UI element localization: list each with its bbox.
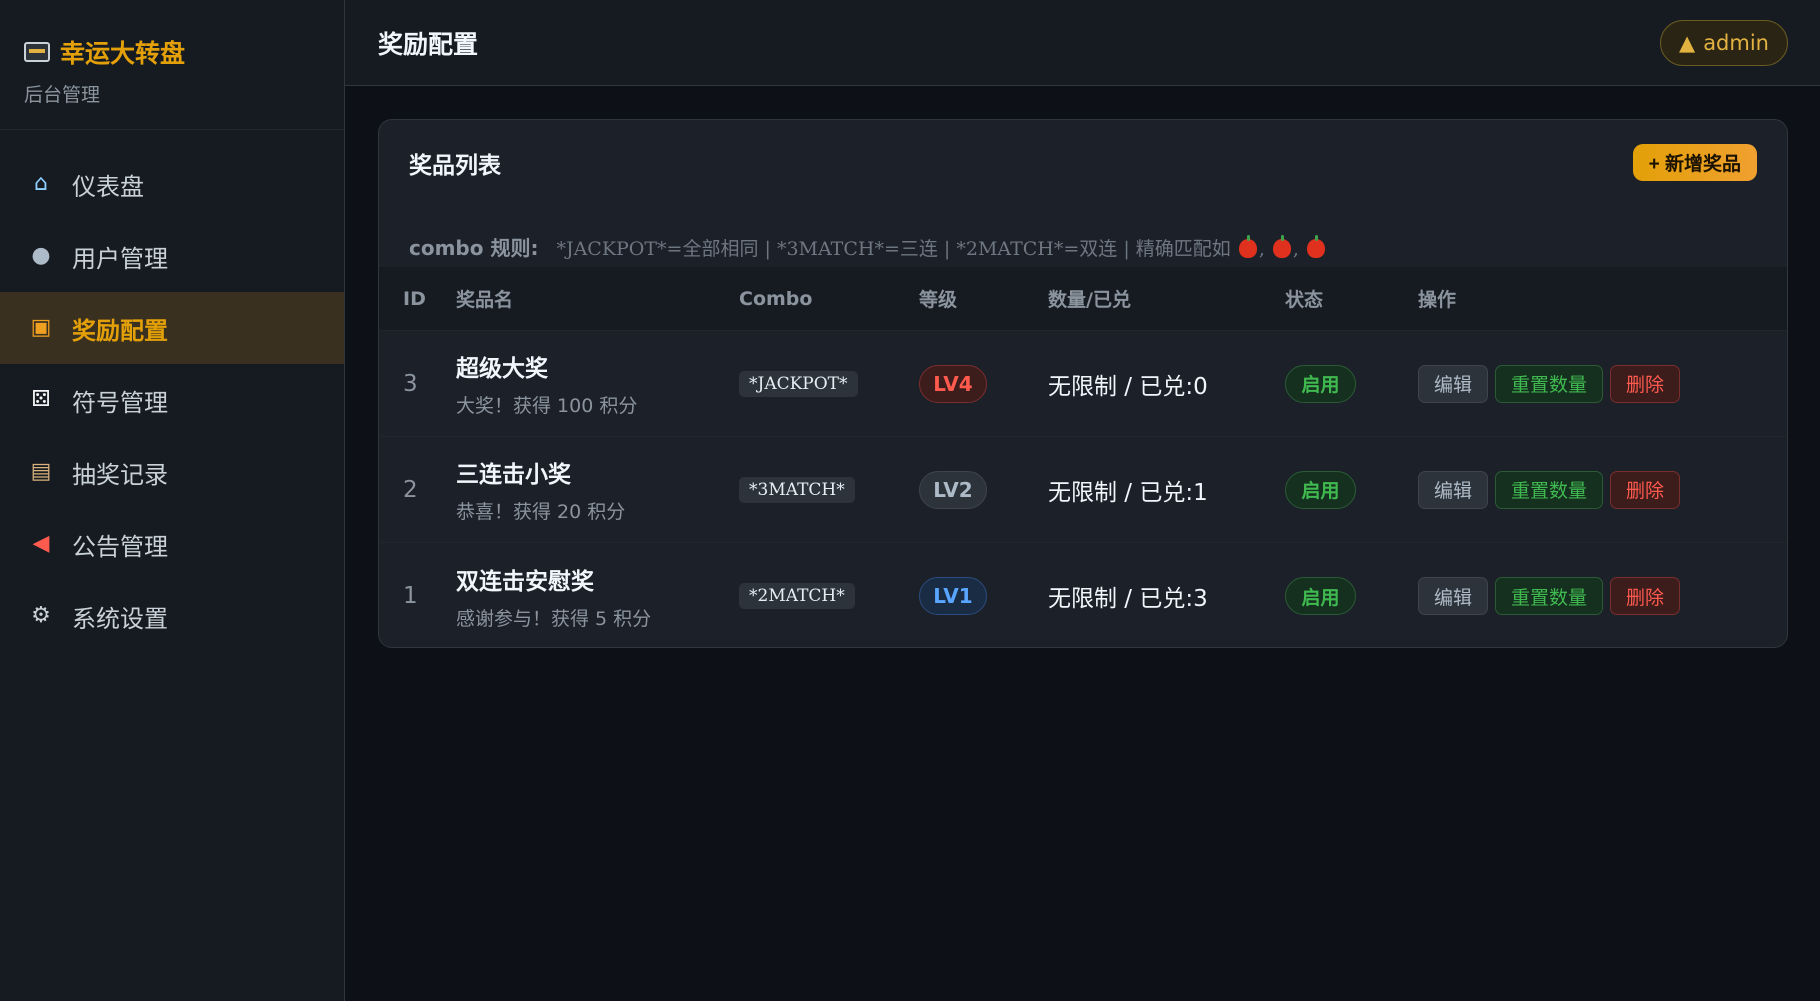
- table-header: ID 奖品名 Combo 等级 数量/已兑 状态 操作: [379, 267, 1787, 331]
- prize-id: 2: [403, 476, 418, 503]
- delete-button[interactable]: 删除: [1610, 577, 1681, 615]
- brand-title: 幸运大转盘: [60, 39, 186, 68]
- edit-button[interactable]: 编辑: [1418, 470, 1489, 509]
- status-toggle[interactable]: 启用: [1285, 577, 1356, 615]
- house-icon: ⌂: [34, 171, 48, 196]
- prize-name: 超级大奖: [456, 356, 548, 382]
- quantity-text: 无限制 / 已兑:3: [1048, 586, 1208, 612]
- users-icon: ●: [31, 243, 51, 268]
- prize-name: 三连击小奖: [456, 462, 571, 488]
- sidebar-item-records[interactable]: ▤ 抽奖记录: [0, 436, 344, 508]
- status-toggle[interactable]: 启用: [1285, 470, 1356, 509]
- sidebar-item-label: 抽奖记录: [72, 460, 168, 489]
- brand: 幸运大转盘 后台管理: [0, 0, 344, 130]
- prize-desc: 恭喜！获得 20 积分: [456, 501, 626, 523]
- sidebar-item-label: 仪表盘: [72, 172, 144, 201]
- status-toggle[interactable]: 启用: [1285, 364, 1356, 403]
- combo-rule: combo 规则: *JACKPOT*=全部相同 | *3MATCH*=三连 |…: [379, 205, 1787, 267]
- warning-triangle-icon: ▲: [1679, 30, 1696, 55]
- combo-tag: *JACKPOT*: [739, 370, 858, 397]
- sidebar-item-announcements[interactable]: ◀ 公告管理: [0, 508, 344, 580]
- quantity-text: 无限制 / 已兑:0: [1048, 373, 1208, 400]
- apple-icon: [1272, 235, 1291, 258]
- level-badge: LV2: [919, 470, 987, 509]
- col-actions: 操作: [1418, 289, 1457, 311]
- level-badge: LV1: [919, 577, 987, 615]
- col-level: 等级: [919, 289, 958, 311]
- reset-quantity-button[interactable]: 重置数量: [1495, 470, 1604, 509]
- sidebar: 幸运大转盘 后台管理 ⌂ 仪表盘 ● 用户管理 ▣ 奖励配置 ⚄ 符号管理 ▤ …: [0, 0, 345, 1001]
- prize-desc: 感谢参与！获得 5 积分: [456, 607, 652, 630]
- quantity-text: 无限制 / 已兑:1: [1048, 479, 1208, 506]
- top-header: 奖励配置 ▲ admin: [345, 0, 1820, 86]
- add-prize-button[interactable]: + 新增奖品: [1632, 144, 1757, 181]
- col-quantity: 数量/已兑: [1048, 289, 1131, 311]
- edit-button[interactable]: 编辑: [1418, 364, 1489, 403]
- sidebar-item-dashboard[interactable]: ⌂ 仪表盘: [0, 148, 344, 220]
- level-badge: LV4: [919, 364, 987, 403]
- sidebar-item-label: 公告管理: [72, 532, 168, 561]
- edit-button[interactable]: 编辑: [1418, 577, 1489, 615]
- apple-icon: [1307, 235, 1326, 258]
- reset-quantity-button[interactable]: 重置数量: [1495, 577, 1604, 615]
- col-id: ID: [403, 287, 426, 310]
- sidebar-item-label: 用户管理: [72, 244, 168, 273]
- col-status: 状态: [1285, 289, 1324, 311]
- prize-desc: 大奖！获得 100 积分: [456, 395, 638, 417]
- sidebar-nav: ⌂ 仪表盘 ● 用户管理 ▣ 奖励配置 ⚄ 符号管理 ▤ 抽奖记录 ◀ 公告管理…: [0, 148, 344, 652]
- slot-machine-icon: [24, 42, 50, 62]
- gear-icon: ⚙: [31, 603, 51, 628]
- combo-rule-text: *JACKPOT*=全部相同 | *3MATCH*=三连 | *2MATCH*=…: [556, 234, 1327, 261]
- reset-quantity-button[interactable]: 重置数量: [1495, 364, 1604, 403]
- combo-rule-description: *JACKPOT*=全部相同 | *3MATCH*=三连 | *2MATCH*=…: [556, 238, 1231, 260]
- sidebar-item-users[interactable]: ● 用户管理: [0, 220, 344, 292]
- sidebar-item-label: 符号管理: [72, 388, 168, 417]
- sidebar-item-symbols[interactable]: ⚄ 符号管理: [0, 364, 344, 436]
- combo-tag: *3MATCH*: [739, 476, 855, 503]
- card-title: 奖品列表: [409, 152, 501, 179]
- sidebar-item-settings[interactable]: ⚙ 系统设置: [0, 580, 344, 652]
- gift-icon: ▣: [30, 315, 52, 340]
- sidebar-item-rewards[interactable]: ▣ 奖励配置: [0, 292, 344, 364]
- username: admin: [1703, 30, 1769, 55]
- col-combo: Combo: [739, 287, 813, 310]
- sidebar-item-label: 系统设置: [72, 604, 168, 633]
- clipboard-icon: ▤: [30, 459, 52, 484]
- apple-icon: [1238, 235, 1257, 258]
- prize-name: 双连击安慰奖: [456, 568, 594, 595]
- prize-id: 1: [403, 583, 418, 609]
- table-row: 2 三连击小奖 恭喜！获得 20 积分 *3MATCH* LV2 无限制 / 已…: [379, 437, 1787, 543]
- combo-rule-label: combo 规则:: [409, 236, 539, 260]
- prize-id: 3: [403, 370, 418, 397]
- user-badge[interactable]: ▲ admin: [1660, 19, 1788, 66]
- combo-tag: *2MATCH*: [739, 583, 855, 609]
- delete-button[interactable]: 删除: [1610, 470, 1681, 509]
- page-title: 奖励配置: [378, 29, 479, 59]
- megaphone-icon: ◀: [32, 531, 50, 556]
- dice-icon: ⚄: [31, 387, 51, 412]
- table-row: 1 双连击安慰奖 感谢参与！获得 5 积分 *2MATCH* LV1 无限制 /…: [379, 543, 1787, 647]
- delete-button[interactable]: 删除: [1610, 364, 1681, 403]
- sidebar-item-label: 奖励配置: [72, 316, 168, 345]
- brand-subtitle: 后台管理: [24, 84, 101, 106]
- prize-list-card: 奖品列表 + 新增奖品 combo 规则: *JACKPOT*=全部相同 | *…: [378, 119, 1788, 648]
- table-row: 3 超级大奖 大奖！获得 100 积分 *JACKPOT* LV4 无限制 / …: [379, 331, 1787, 437]
- col-name: 奖品名: [456, 289, 514, 311]
